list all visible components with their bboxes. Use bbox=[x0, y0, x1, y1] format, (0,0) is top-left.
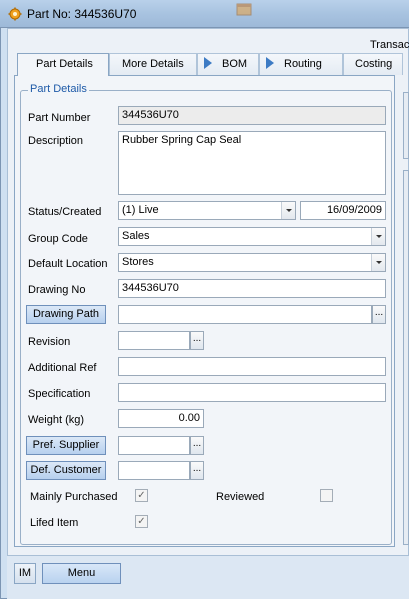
tab-label: Routing bbox=[284, 58, 322, 70]
mainly-purchased-label: Mainly Purchased bbox=[30, 491, 118, 503]
part-number-field: 344536U70 bbox=[118, 106, 386, 125]
pref-supplier-field[interactable] bbox=[118, 436, 190, 455]
window-icon bbox=[236, 3, 252, 16]
side-panel bbox=[403, 92, 409, 159]
tab-label: Part Details bbox=[36, 58, 93, 70]
lifed-item-checkbox[interactable]: ✓ bbox=[135, 515, 148, 528]
im-button[interactable]: IM bbox=[14, 563, 36, 584]
gear-icon bbox=[8, 7, 22, 21]
default-location-select[interactable]: Stores bbox=[118, 253, 386, 272]
additional-ref-field[interactable] bbox=[118, 357, 386, 376]
lifed-item-label: Lifed Item bbox=[30, 517, 79, 529]
weight-label: Weight (kg) bbox=[28, 414, 85, 426]
chevron-down-icon[interactable] bbox=[371, 228, 385, 245]
specification-field[interactable] bbox=[118, 383, 386, 402]
description-label: Description bbox=[28, 135, 84, 147]
revision-label: Revision bbox=[28, 336, 71, 348]
group-code-label: Group Code bbox=[28, 233, 88, 245]
mainly-purchased-checkbox[interactable]: ✓ bbox=[135, 489, 148, 502]
tab-part-details[interactable]: Part Details bbox=[17, 53, 109, 76]
play-arrow-icon bbox=[204, 57, 212, 70]
drawing-path-button[interactable]: Drawing Path bbox=[26, 305, 106, 324]
side-panel bbox=[403, 170, 409, 545]
description-field[interactable]: Rubber Spring Cap Seal bbox=[118, 131, 386, 195]
group-code-value: Sales bbox=[122, 230, 150, 242]
status-label: Status/Created bbox=[28, 206, 102, 218]
created-date-field[interactable]: 16/09/2009 bbox=[300, 201, 386, 220]
transact-label: Transact bbox=[370, 39, 409, 51]
chevron-down-icon[interactable] bbox=[281, 202, 295, 219]
pref-supplier-button[interactable]: Pref. Supplier bbox=[26, 436, 106, 455]
drawing-no-label: Drawing No bbox=[28, 284, 86, 296]
play-arrow-icon bbox=[266, 57, 274, 70]
drawing-path-field[interactable] bbox=[118, 305, 372, 324]
chevron-down-icon[interactable] bbox=[371, 254, 385, 271]
pref-supplier-browse-button[interactable]: ... bbox=[190, 436, 204, 455]
group-code-select[interactable]: Sales bbox=[118, 227, 386, 246]
revision-browse-button[interactable]: ... bbox=[190, 331, 204, 350]
part-number-label: Part Number bbox=[28, 112, 91, 124]
additional-ref-label: Additional Ref bbox=[28, 362, 97, 374]
specification-label: Specification bbox=[28, 388, 91, 400]
reviewed-label: Reviewed bbox=[216, 491, 265, 503]
tab-label: More Details bbox=[122, 58, 184, 70]
drawing-path-browse-button[interactable]: ... bbox=[372, 305, 386, 324]
status-select[interactable]: (1) Live bbox=[118, 201, 296, 220]
def-customer-browse-button[interactable]: ... bbox=[190, 461, 204, 480]
tab-label: BOM bbox=[222, 58, 248, 70]
tab-more-details[interactable]: More Details bbox=[109, 53, 197, 75]
tab-bom[interactable]: BOM bbox=[197, 53, 259, 75]
reviewed-checkbox[interactable] bbox=[320, 489, 333, 502]
weight-field[interactable]: 0.00 bbox=[118, 409, 204, 428]
revision-field[interactable] bbox=[118, 331, 190, 350]
status-value: (1) Live bbox=[122, 204, 159, 216]
menu-button[interactable]: Menu bbox=[42, 563, 121, 584]
def-customer-button[interactable]: Def. Customer bbox=[26, 461, 106, 480]
drawing-no-field[interactable]: 344536U70 bbox=[118, 279, 386, 298]
group-title: Part Details bbox=[28, 83, 89, 95]
def-customer-field[interactable] bbox=[118, 461, 190, 480]
tab-costing[interactable]: Costing bbox=[343, 53, 403, 75]
tab-label: Costing bbox=[355, 58, 393, 70]
title-bar[interactable]: Part No: 344536U70 bbox=[0, 0, 409, 28]
tab-routing[interactable]: Routing bbox=[259, 53, 343, 75]
default-location-label: Default Location bbox=[28, 258, 108, 270]
default-location-value: Stores bbox=[122, 256, 154, 268]
window-title: Part No: 344536U70 bbox=[27, 7, 137, 21]
